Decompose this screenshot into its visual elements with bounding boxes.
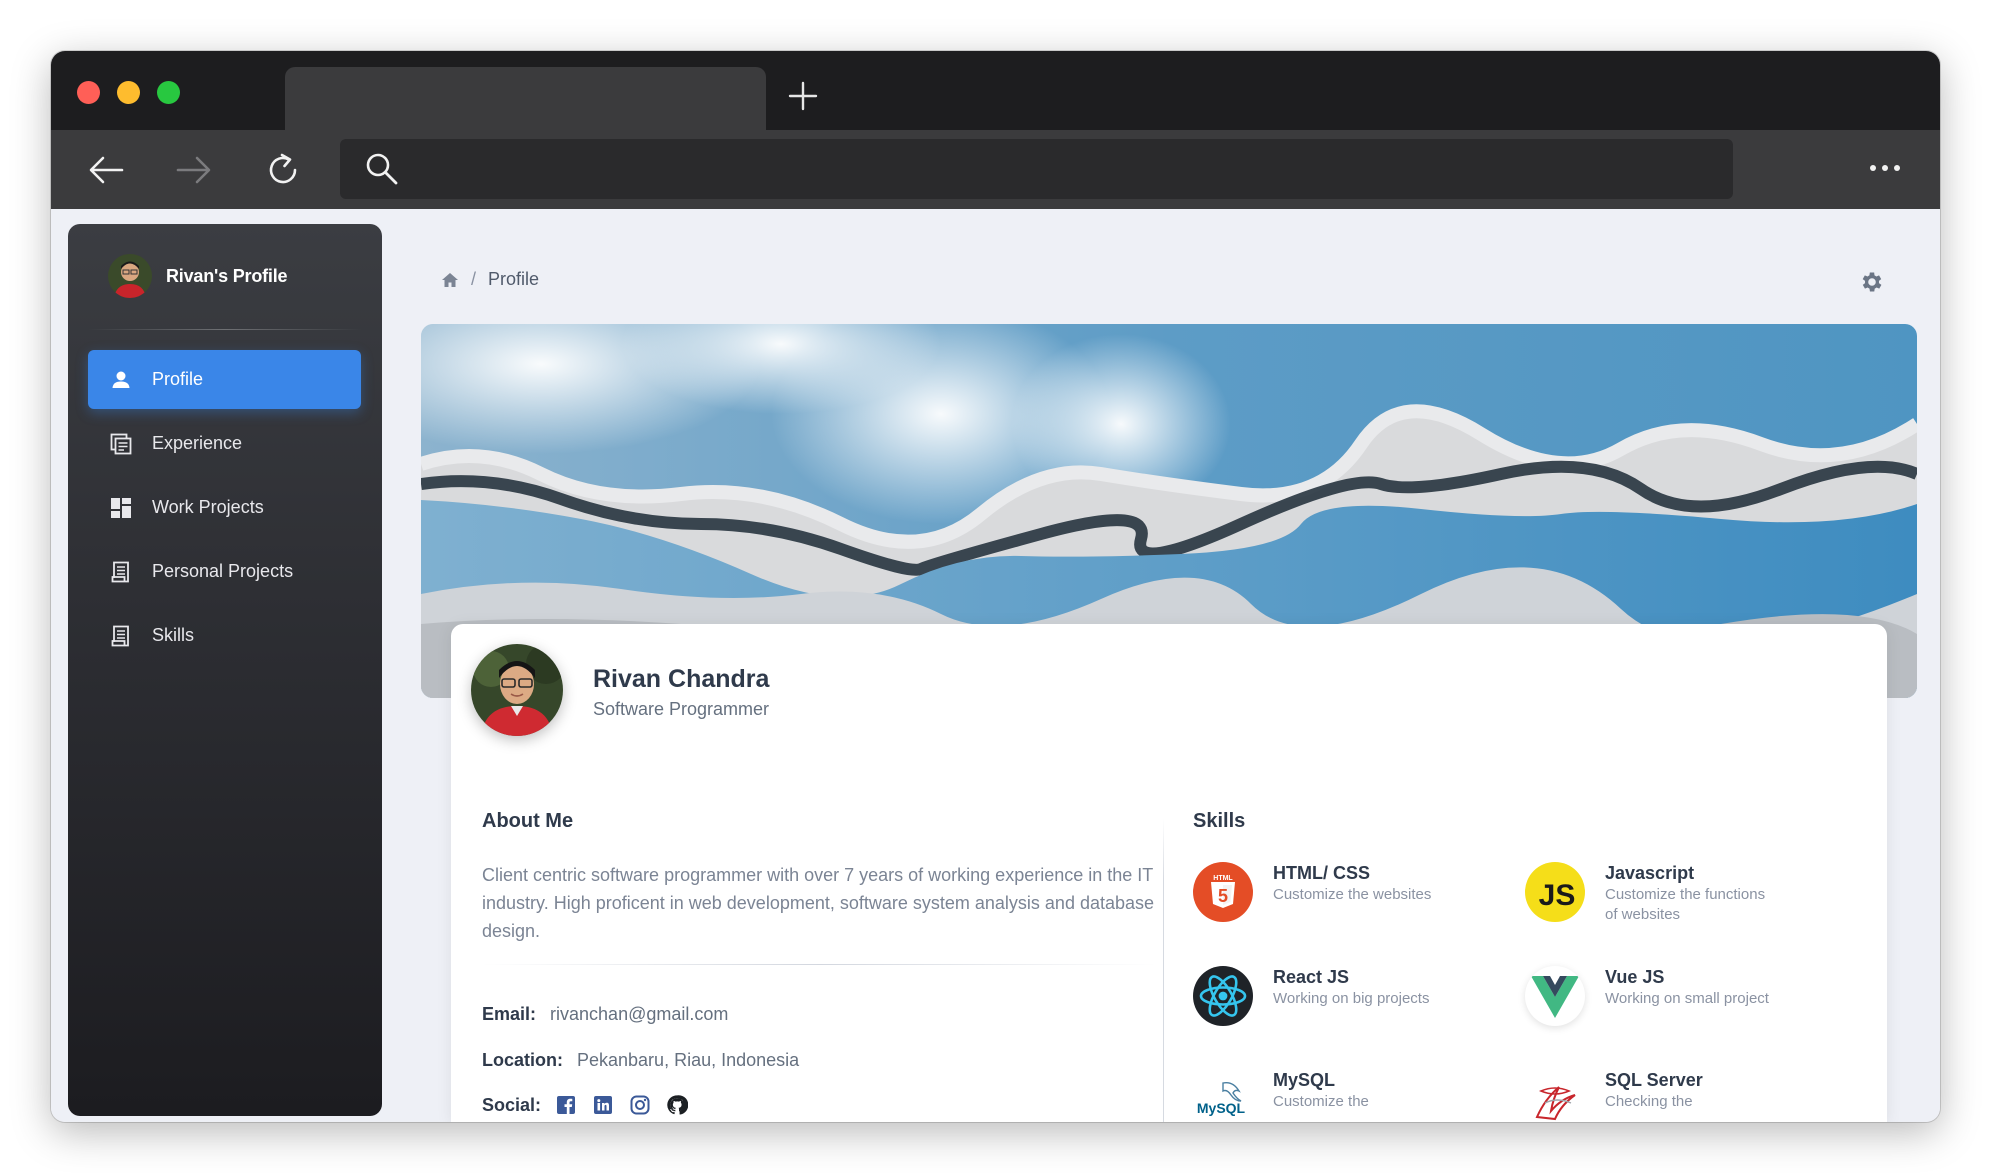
experience-icon	[108, 431, 134, 457]
linkedin-icon[interactable]	[592, 1094, 614, 1116]
skill-name: MySQL	[1273, 1070, 1336, 1090]
brand-title: Rivan's Profile	[166, 265, 288, 286]
mysql-icon: MySQL	[1193, 1069, 1253, 1122]
page-content: Rivan's Profile Profile Experience Work …	[51, 209, 1940, 1122]
skill-name: React JS	[1273, 967, 1350, 987]
svg-text:HTML: HTML	[1213, 875, 1233, 882]
column-divider	[1163, 819, 1164, 1122]
profile-role: Software Programmer	[593, 699, 770, 719]
settings-button[interactable]	[1859, 269, 1885, 295]
sql-server-icon	[1525, 1069, 1585, 1122]
skill-desc: Checking the	[1605, 1093, 1693, 1110]
skill-item-html-css: HTML 5 HTML/ CSS Customize the websites	[1193, 862, 1443, 922]
breadcrumb-current: Profile	[488, 269, 540, 289]
skill-desc: Working on small project	[1605, 990, 1769, 1007]
svg-text:JS: JS	[1539, 879, 1576, 912]
skill-item-javascript: JS Javascript Customize the functions of…	[1525, 862, 1775, 925]
instagram-icon[interactable]	[629, 1094, 651, 1116]
gear-icon	[1862, 272, 1882, 292]
about-divider	[482, 964, 1157, 965]
skill-desc: Working on big projects	[1273, 990, 1430, 1007]
skills-title: Skills	[1193, 810, 1246, 832]
reload-button[interactable]	[263, 150, 303, 190]
skill-desc: Customize the websites	[1273, 886, 1432, 903]
skill-item-react: React JS Working on big projects	[1193, 966, 1443, 1026]
sidebar-divider	[88, 329, 362, 330]
home-icon[interactable]	[441, 272, 459, 288]
social-row: Social:	[482, 1094, 703, 1116]
github-icon[interactable]	[666, 1094, 689, 1116]
plus-icon	[788, 81, 818, 111]
sidebar-item-label: Profile	[152, 369, 204, 389]
brand[interactable]: Rivan's Profile	[108, 254, 288, 298]
arrow-left-icon	[89, 156, 124, 184]
sidebar-item-work-projects[interactable]: Work Projects	[88, 478, 361, 537]
document-icon	[108, 623, 134, 649]
social-label: Social:	[482, 1094, 542, 1115]
dashboard-icon	[108, 495, 134, 521]
html5-icon: HTML 5	[1193, 862, 1253, 922]
email-label: Email:	[482, 1004, 537, 1024]
location-value: Pekanbaru, Riau, Indonesia	[577, 1050, 800, 1070]
breadcrumb: / Profile	[441, 269, 539, 290]
profile-name: Rivan Chandra	[593, 665, 770, 693]
sidebar-item-skills[interactable]: Skills	[88, 606, 361, 665]
svg-text:MySQL: MySQL	[1197, 1100, 1246, 1116]
react-icon	[1193, 966, 1253, 1026]
skill-desc: Customize the functions of websites	[1605, 886, 1766, 923]
skill-item-sql-server: SQL Server Checking the	[1525, 1069, 1775, 1122]
address-bar[interactable]	[340, 139, 1733, 199]
breadcrumb-separator: /	[471, 269, 477, 289]
email-row: Email: rivanchan@gmail.com	[482, 1004, 728, 1025]
reload-icon	[269, 153, 297, 184]
browser-toolbar	[51, 130, 1940, 209]
skill-name: HTML/ CSS	[1273, 863, 1370, 883]
sidebar-item-personal-projects[interactable]: Personal Projects	[88, 542, 361, 601]
skill-name: SQL Server	[1605, 1070, 1703, 1090]
skill-name: Vue JS	[1605, 967, 1665, 987]
maximize-window-button[interactable]	[157, 81, 180, 104]
svg-text:5: 5	[1218, 886, 1228, 906]
browser-tab[interactable]	[285, 67, 766, 130]
location-label: Location:	[482, 1050, 563, 1070]
facebook-icon[interactable]	[555, 1094, 577, 1116]
avatar	[108, 254, 152, 298]
minimize-window-button[interactable]	[117, 81, 140, 104]
person-icon	[108, 367, 134, 393]
vue-icon	[1525, 966, 1585, 1026]
avatar-image	[471, 644, 563, 736]
new-tab-button[interactable]	[788, 81, 818, 111]
sidebar: Rivan's Profile Profile Experience Work …	[68, 224, 382, 1116]
forward-button[interactable]	[174, 150, 214, 190]
skill-name: Javascript	[1605, 863, 1695, 883]
close-window-button[interactable]	[77, 81, 100, 104]
document-icon	[108, 559, 134, 585]
sidebar-item-label: Personal Projects	[152, 561, 294, 581]
back-button[interactable]	[86, 150, 126, 190]
sidebar-item-experience[interactable]: Experience	[88, 414, 361, 473]
sidebar-item-profile[interactable]: Profile	[88, 350, 361, 409]
more-icon	[1870, 165, 1900, 171]
avatar	[471, 644, 563, 736]
skill-item-vue: Vue JS Working on small project	[1525, 966, 1775, 1026]
about-title: About Me	[482, 810, 574, 832]
avatar-image	[108, 254, 152, 298]
title-bar	[51, 51, 1940, 130]
about-text: Client centric software programmer with …	[482, 865, 1155, 941]
arrow-right-icon	[176, 156, 211, 184]
location-row: Location: Pekanbaru, Riau, Indonesia	[482, 1050, 799, 1071]
sidebar-item-label: Work Projects	[152, 497, 264, 517]
skill-item-mysql: MySQL MySQL Customize the	[1193, 1069, 1443, 1122]
more-options-button[interactable]	[1863, 148, 1907, 188]
profile-card: Rivan Chandra Software Programmer About …	[451, 624, 1887, 1122]
skill-desc: Customize the	[1273, 1093, 1369, 1110]
javascript-icon: JS	[1525, 862, 1585, 922]
sidebar-item-label: Skills	[152, 625, 195, 645]
browser-window: Rivan's Profile Profile Experience Work …	[51, 51, 1940, 1122]
sidebar-item-label: Experience	[152, 433, 243, 453]
email-value[interactable]: rivanchan@gmail.com	[550, 1004, 728, 1025]
search-icon	[366, 153, 398, 185]
